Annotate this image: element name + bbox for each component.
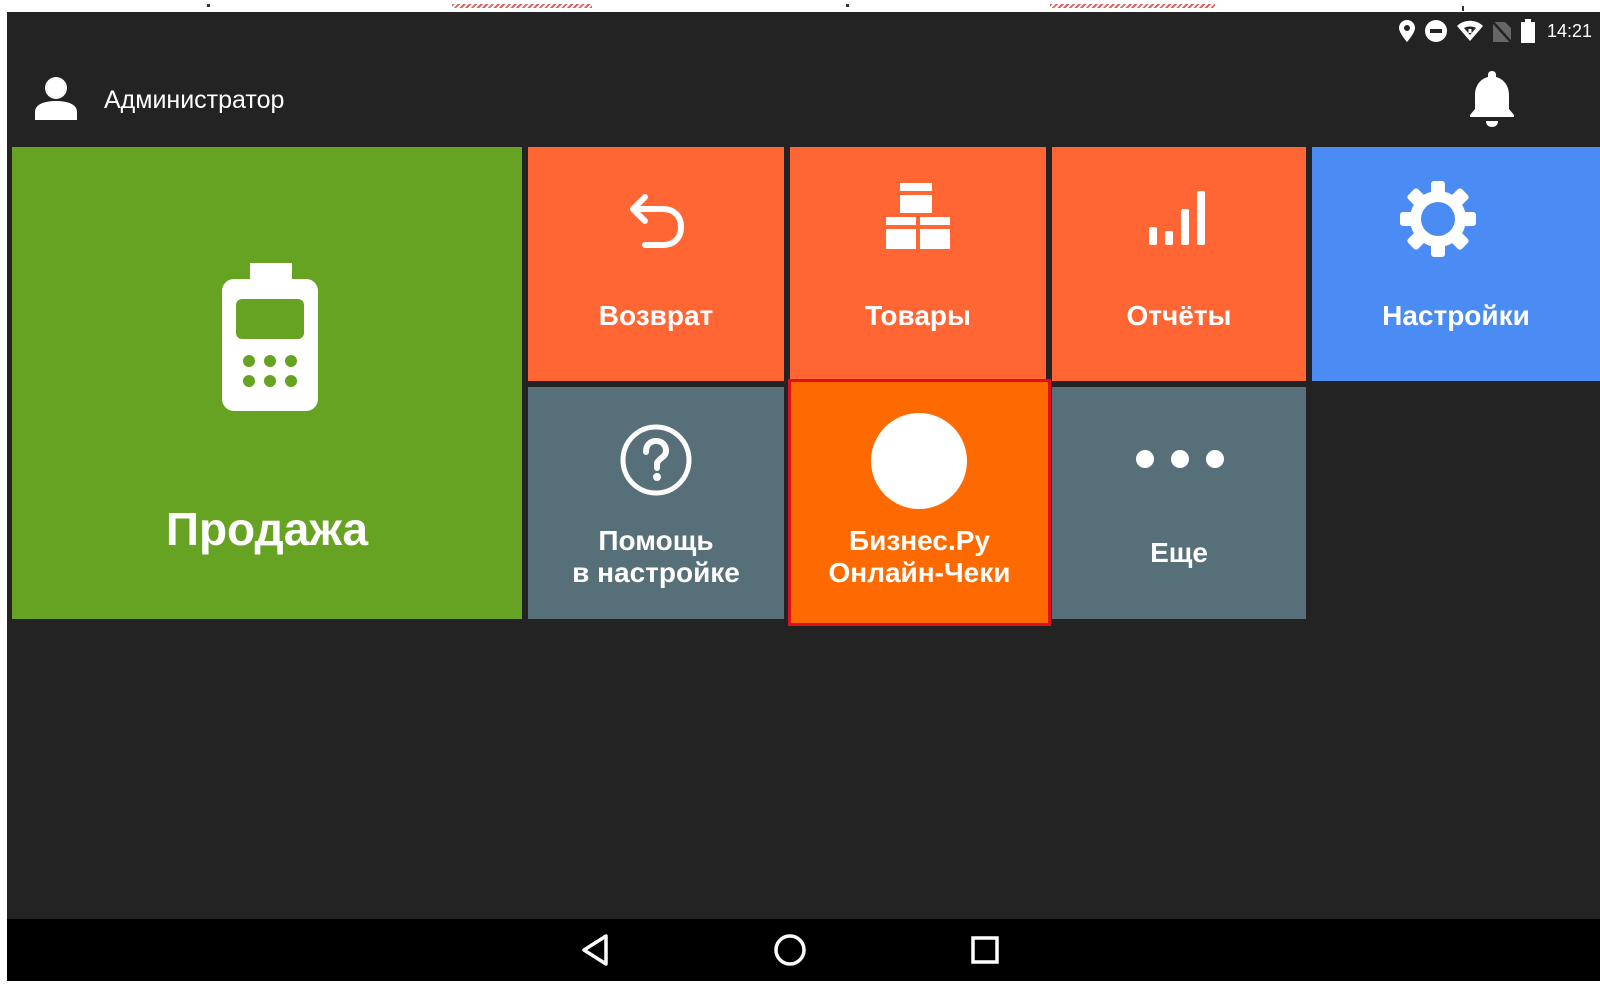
device-screen: 14:21 Администратор Продажа Возврат Това… [7, 12, 1600, 1001]
clock: 14:21 [1546, 20, 1592, 41]
user-icon [35, 77, 77, 120]
tile-sale[interactable]: Продажа [12, 147, 522, 619]
tile-sale-label: Продажа [165, 503, 369, 555]
home-icon[interactable] [773, 933, 807, 967]
bar-chart-icon [1149, 191, 1205, 245]
top-strip [0, 0, 1600, 12]
tile-reports[interactable]: Отчёты [1052, 147, 1306, 381]
tile-settings[interactable]: Настройки [1312, 147, 1600, 381]
more-dots-icon [1136, 450, 1224, 468]
app-logo-circle-icon [871, 413, 967, 509]
tile-goods[interactable]: Товары [790, 147, 1046, 381]
artifact-squiggle [1050, 4, 1215, 8]
tile-business-line1: Бизнес.Ру [849, 525, 990, 556]
battery-icon [1520, 19, 1535, 43]
tile-help-line2: в настройке [572, 557, 740, 588]
artifact-dot [846, 4, 849, 7]
undo-icon [630, 194, 685, 248]
boxes-icon [886, 183, 950, 249]
recents-icon[interactable] [970, 933, 1000, 967]
app-bar: Администратор [7, 64, 1600, 134]
gear-icon [1400, 181, 1476, 257]
artifact-dot [207, 4, 210, 7]
back-icon[interactable] [580, 933, 610, 967]
status-icons: 14:21 [1398, 18, 1592, 44]
tile-return-label: Возврат [598, 300, 714, 331]
tile-reports-label: Отчёты [1126, 300, 1232, 331]
tile-goods-label: Товары [865, 300, 971, 331]
location-icon [1398, 20, 1415, 42]
tile-settings-label: Настройки [1382, 300, 1530, 331]
artifact-dot [1462, 6, 1464, 11]
cash-register-icon [222, 263, 318, 411]
artifact-squiggle [452, 4, 592, 8]
bottom-strip [7, 981, 1600, 1001]
status-bar: 14:21 [7, 12, 1600, 50]
tile-help-label: Помощь в настройке [528, 525, 784, 589]
tile-help[interactable]: Помощь в настройке [528, 387, 784, 619]
help-icon [620, 424, 692, 496]
bell-icon[interactable] [1467, 69, 1517, 129]
tile-business-label: Бизнес.Ру Онлайн-Чеки [791, 525, 1048, 589]
tile-business-line2: Онлайн-Чеки [828, 557, 1011, 588]
tile-more[interactable]: Еще [1052, 387, 1306, 619]
user-name[interactable]: Администратор [104, 86, 284, 115]
tile-more-label: Еще [1150, 537, 1208, 568]
do-not-disturb-icon [1424, 20, 1447, 42]
navigation-bar [7, 919, 1600, 981]
no-sim-icon [1492, 21, 1511, 42]
tile-help-line1: Помощь [598, 525, 714, 556]
wifi-icon [1456, 20, 1483, 41]
tile-business-ru-online-cheki[interactable]: Бизнес.Ру Онлайн-Чеки [788, 379, 1051, 626]
tile-return[interactable]: Возврат [528, 147, 784, 381]
